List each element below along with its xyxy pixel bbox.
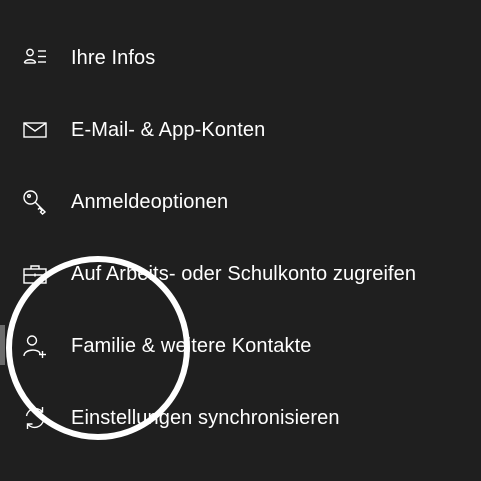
settings-accounts-pane: Ihre Infos E-Mail- & App-Konten Anmeldeo… bbox=[0, 0, 481, 481]
key-icon bbox=[20, 187, 50, 217]
nav-item-ihre-infos[interactable]: Ihre Infos bbox=[0, 22, 481, 94]
nav-item-label: Anmeldeoptionen bbox=[71, 190, 229, 213]
person-add-icon bbox=[20, 331, 50, 361]
sync-icon bbox=[20, 403, 50, 433]
nav-item-einstellungen-synchronisieren[interactable]: Einstellungen synchronisieren bbox=[0, 382, 481, 454]
nav-item-arbeits-schulkonto[interactable]: Auf Arbeits- oder Schulkonto zugreifen bbox=[0, 238, 481, 310]
nav-item-label: Einstellungen synchronisieren bbox=[71, 406, 340, 429]
nav-item-familie-kontakte[interactable]: Familie & weitere Kontakte bbox=[0, 310, 481, 382]
briefcase-icon bbox=[20, 259, 50, 289]
selection-indicator bbox=[0, 325, 5, 365]
nav-item-label: E-Mail- & App-Konten bbox=[71, 118, 266, 141]
nav-item-label: Ihre Infos bbox=[71, 46, 156, 69]
accounts-nav-list: Ihre Infos E-Mail- & App-Konten Anmeldeo… bbox=[0, 22, 481, 454]
mail-icon bbox=[20, 115, 50, 145]
person-list-icon bbox=[20, 43, 50, 73]
nav-item-anmeldeoptionen[interactable]: Anmeldeoptionen bbox=[0, 166, 481, 238]
nav-item-label: Auf Arbeits- oder Schulkonto zugreifen bbox=[71, 262, 417, 285]
nav-item-email-app-konten[interactable]: E-Mail- & App-Konten bbox=[0, 94, 481, 166]
nav-item-label: Familie & weitere Kontakte bbox=[71, 334, 312, 357]
